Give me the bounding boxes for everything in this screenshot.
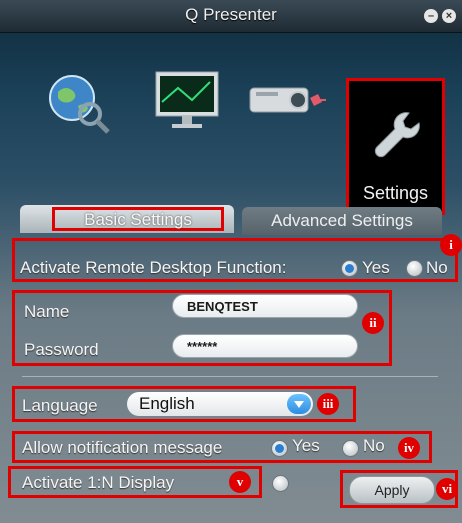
annotation-marker-vi: vi <box>436 478 458 500</box>
annotation-marker-i: i <box>440 234 462 256</box>
remote-desktop-label: Activate Remote Desktop Function: <box>20 258 287 277</box>
network-search-icon[interactable] <box>38 62 128 162</box>
settings-tool[interactable]: Settings <box>346 78 445 215</box>
notification-no-radio[interactable] <box>342 440 359 457</box>
minimize-icon[interactable]: – <box>424 9 438 23</box>
display-monitor-icon[interactable] <box>148 62 238 162</box>
notification-no-label: No <box>363 436 385 455</box>
chevron-down-icon[interactable] <box>287 394 311 414</box>
tab-basic-settings[interactable]: Basic Settings <box>20 205 234 233</box>
password-field[interactable]: ****** <box>172 334 358 358</box>
notification-yes-radio[interactable] <box>271 440 288 457</box>
password-label: Password <box>24 340 99 359</box>
language-dropdown[interactable]: English <box>127 392 313 416</box>
annotation-marker-iii: iii <box>317 393 339 415</box>
name-field[interactable]: BENQTEST <box>172 294 358 318</box>
notification-yes-label: Yes <box>292 436 320 455</box>
display-1n-label: Activate 1:N Display <box>22 473 175 492</box>
remote-desktop-no-label: No <box>426 258 448 277</box>
apply-button[interactable]: Apply <box>349 476 435 504</box>
q-presenter-window: Q Presenter – × Settings Basic Settings … <box>0 0 462 523</box>
projector-icon[interactable] <box>246 62 336 162</box>
tab-advanced-settings[interactable]: Advanced Settings <box>242 207 442 235</box>
function-icon-bar: Settings <box>0 32 462 215</box>
wrench-icon <box>374 112 420 158</box>
annotation-marker-v: v <box>229 471 251 493</box>
annotation-marker-iv: iv <box>398 437 420 459</box>
close-icon[interactable]: × <box>442 9 456 23</box>
settings-label: Settings <box>362 183 429 203</box>
remote-desktop-yes-radio[interactable] <box>341 260 358 277</box>
remote-desktop-yes-label: Yes <box>362 258 390 277</box>
language-selected-value: English <box>139 394 195 413</box>
name-label: Name <box>24 302 70 321</box>
language-label: Language <box>22 396 98 415</box>
title-bar[interactable]: Q Presenter – × <box>0 0 462 33</box>
remote-desktop-no-radio[interactable] <box>406 260 423 277</box>
window-title: Q Presenter <box>185 5 277 24</box>
display-1n-toggle[interactable] <box>272 475 289 492</box>
section-divider <box>22 376 438 377</box>
tab-basic-settings-label: Basic Settings <box>52 207 224 231</box>
annotation-marker-ii: ii <box>362 312 384 334</box>
notification-label: Allow notification message <box>22 438 223 457</box>
